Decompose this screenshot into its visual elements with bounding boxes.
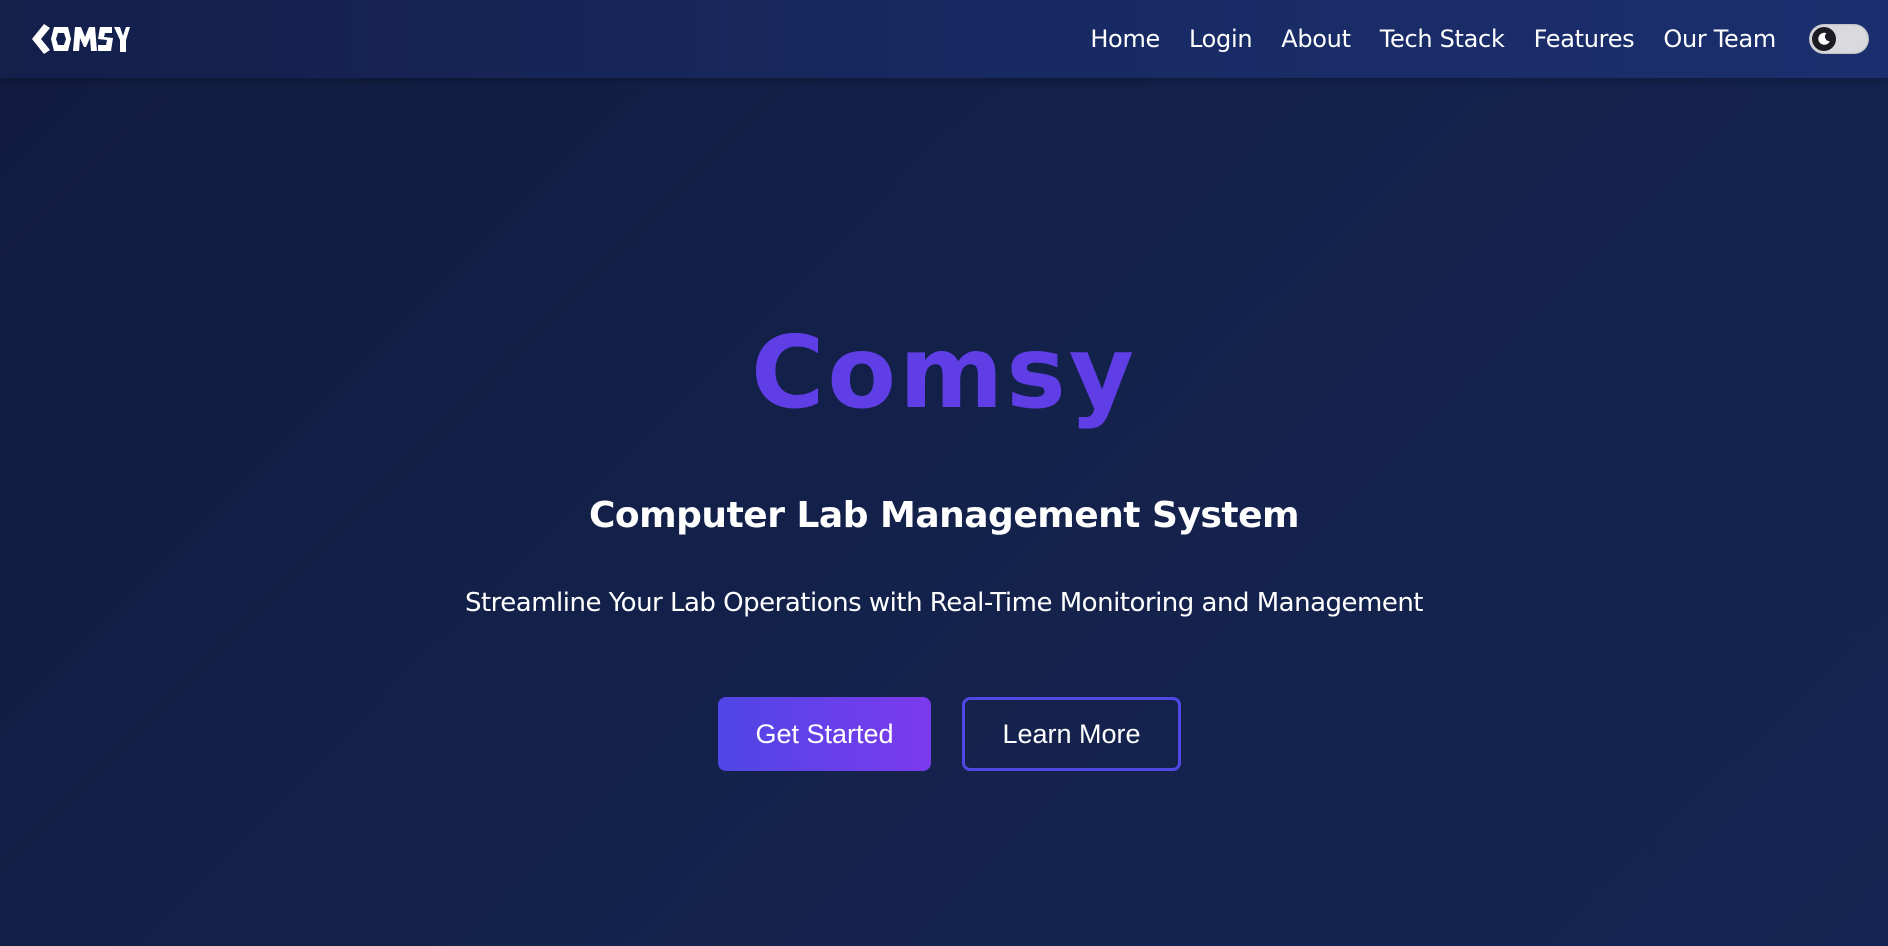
nav-link-features[interactable]: Features — [1534, 25, 1635, 53]
theme-toggle[interactable] — [1809, 24, 1869, 54]
nav-link-our-team[interactable]: Our Team — [1663, 25, 1776, 53]
moon-icon — [1818, 32, 1830, 45]
hero-title: Comsy — [751, 314, 1137, 431]
hero-section: Comsy Computer Lab Management System Str… — [0, 78, 1888, 946]
navbar: Home Login About Tech Stack Features Our… — [0, 0, 1888, 78]
nav-links: Home Login About Tech Stack Features Our… — [1061, 0, 1776, 78]
comsy-logo-mark — [32, 24, 130, 54]
learn-more-button[interactable]: Learn More — [962, 697, 1181, 771]
get-started-button[interactable]: Get Started — [718, 697, 931, 771]
hero-subtitle: Computer Lab Management System — [589, 495, 1300, 536]
comsy-logo[interactable] — [28, 18, 130, 60]
nav-link-home[interactable]: Home — [1090, 25, 1160, 53]
nav-link-tech-stack[interactable]: Tech Stack — [1380, 25, 1505, 53]
hero-tagline: Streamline Your Lab Operations with Real… — [464, 588, 1424, 618]
toggle-knob — [1812, 27, 1836, 51]
nav-link-login[interactable]: Login — [1189, 25, 1253, 53]
nav-link-about[interactable]: About — [1281, 25, 1351, 53]
